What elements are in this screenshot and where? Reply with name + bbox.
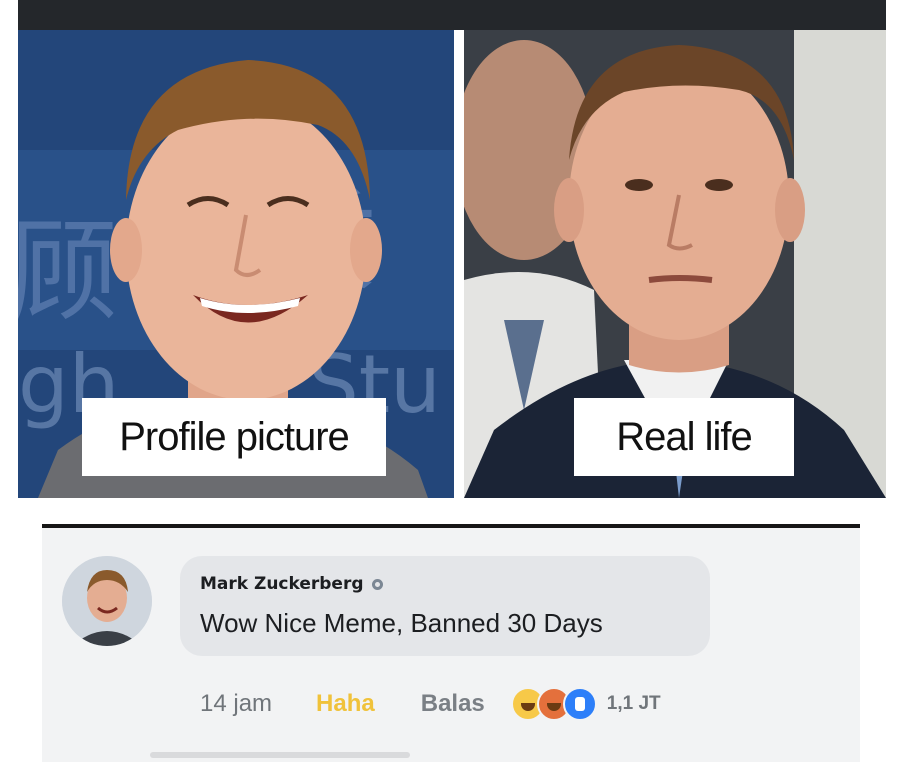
next-comment-peek: [150, 752, 410, 758]
haha-reaction-button[interactable]: Haha: [316, 690, 375, 718]
reaction-icons[interactable]: [510, 687, 597, 721]
real-life-caption: Real life: [574, 398, 794, 476]
comment-author[interactable]: Mark Zuckerberg: [200, 574, 364, 594]
top-bar: [18, 0, 886, 30]
avatar-image: [62, 556, 152, 646]
comment-text: Wow Nice Meme, Banned 30 Days: [200, 608, 603, 638]
author-row: Mark Zuckerberg: [200, 574, 383, 594]
avatar[interactable]: [62, 556, 152, 646]
svg-text:顾: 顾: [18, 208, 118, 336]
comment-actions: 14 jam Haha Balas 1,1 JT: [200, 686, 661, 722]
verified-badge-icon: [371, 578, 383, 590]
like-icon: [562, 687, 597, 721]
comment-bubble: [180, 556, 710, 656]
profile-picture-caption: Profile picture: [82, 398, 386, 476]
comment-timestamp[interactable]: 14 jam: [200, 690, 272, 718]
reply-button[interactable]: Balas: [421, 690, 485, 718]
reaction-count[interactable]: 1,1 JT: [607, 693, 661, 715]
